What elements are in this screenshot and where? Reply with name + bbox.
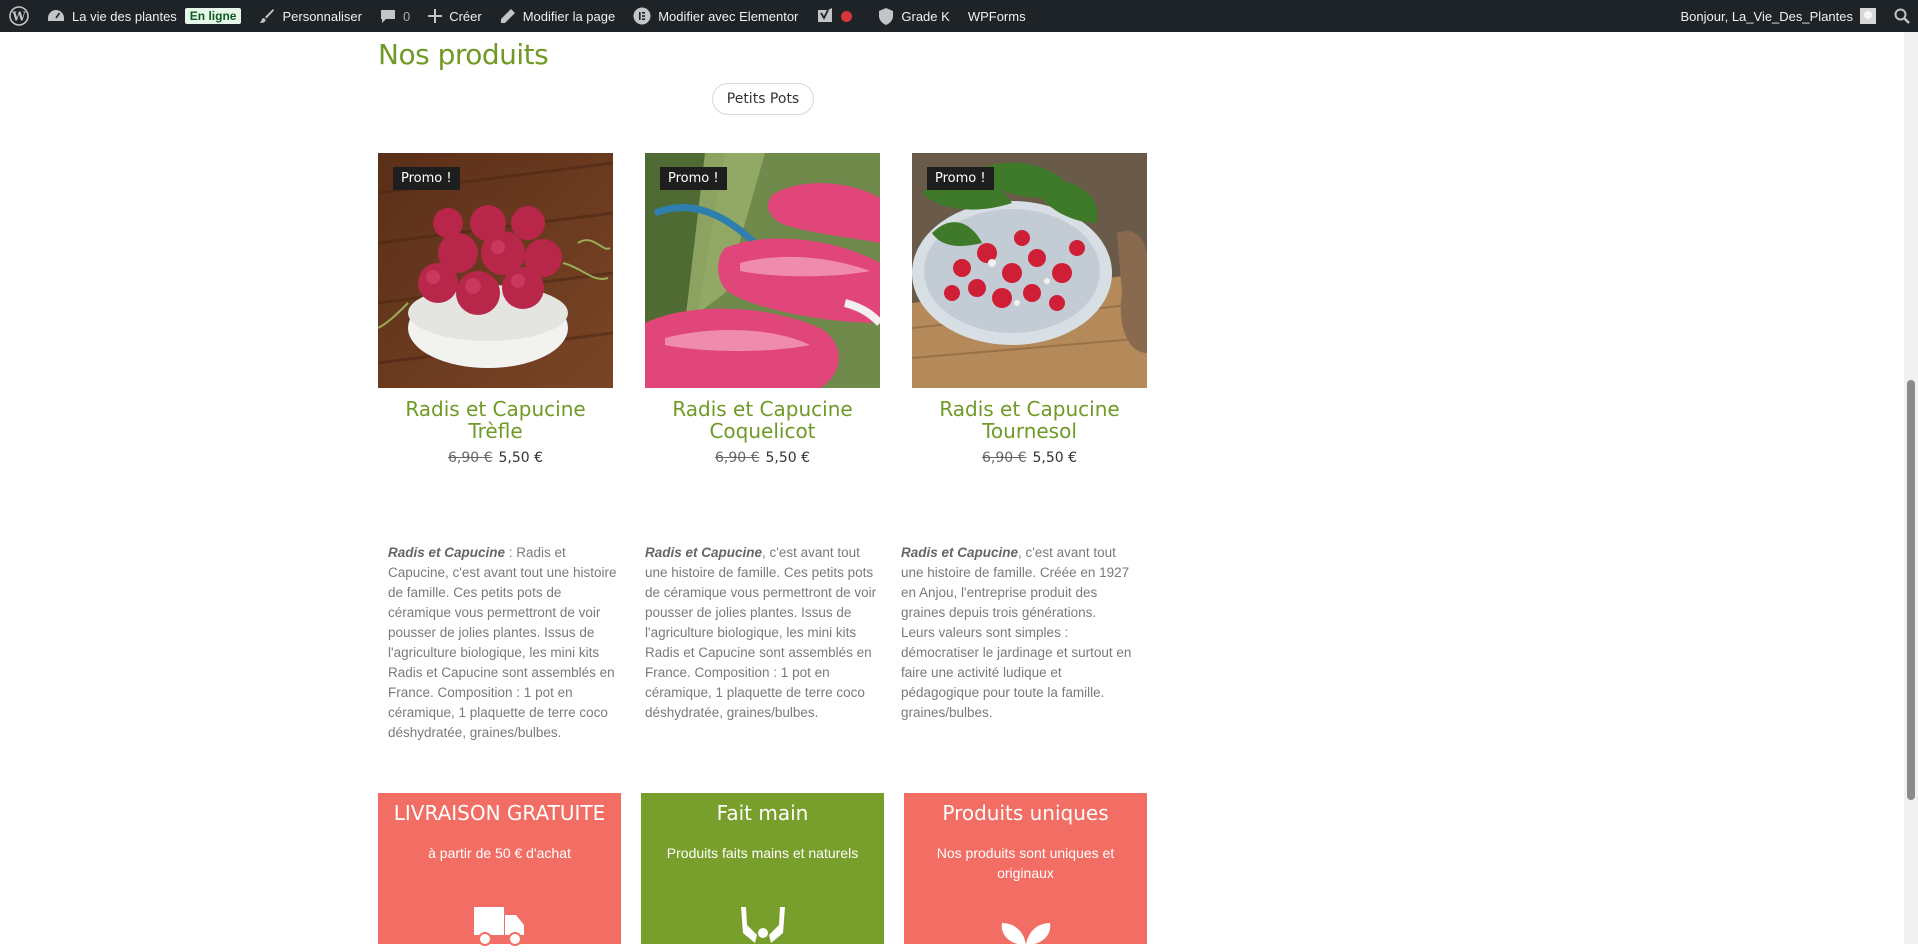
old-price: 6,90 € [447,450,493,466]
grade-link[interactable]: Grade K [869,0,958,32]
product-price: 6,90 € 5,50 € [912,450,1147,466]
product-title[interactable]: Radis et Capucine Tournesol [912,398,1147,442]
product-description: Radis et Capucine, c'est avant tout une … [901,543,1133,723]
edit-elementor-link[interactable]: Modifier avec Elementor [624,0,807,32]
comment-icon [380,9,396,24]
admin-bar: W La vie des plantes En ligne Personnali… [0,0,1918,32]
current-price: 5,50 € [765,450,811,466]
product-title[interactable]: Radis et Capucine Trèfle [378,398,613,442]
promo-badge: Promo ! [393,167,460,190]
old-price: 6,90 € [981,450,1027,466]
promo-badge: Promo ! [927,167,994,190]
product-price: 6,90 € 5,50 € [378,450,613,466]
product-card[interactable]: Promo ! Radis et Capucine Trèfle 6,90 € 5… [378,153,613,466]
wpforms-link[interactable]: WPForms [959,0,1035,32]
admin-search-button[interactable] [1885,0,1910,32]
section-title: Nos produits [378,38,549,71]
truck-icon [473,903,526,952]
filter-petits-pots-button[interactable]: Petits Pots [712,83,814,115]
feature-subtitle: Nos produits sont uniques et originaux [936,845,1115,881]
scrollbar-thumb[interactable] [1907,380,1915,800]
seo-menu[interactable] [807,0,861,32]
grade-label: Grade K [901,8,950,24]
feature-subtitle: Produits faits mains et naturels [666,845,859,861]
product-card[interactable]: Promo ! Radis et Capucine Coquelicot 6,9… [645,153,880,466]
product-title[interactable]: Radis et Capucine Coquelicot [645,398,880,442]
product-image[interactable]: Promo ! [645,153,880,388]
feature-title: Fait main [716,801,809,825]
brush-icon [259,8,275,24]
product-description: Radis et Capucine : Radis et Capucine, c… [388,543,623,743]
handmade-box: Fait main Produits faits mains et nature… [641,793,884,944]
yoast-icon [816,7,834,25]
edit-elementor-label: Modifier avec Elementor [658,8,799,24]
comments-count: 0 [402,8,411,24]
site-name-link[interactable]: La vie des plantes En ligne [38,0,250,32]
unique-products-box: Produits uniques Nos produits sont uniqu… [904,793,1147,945]
description-brand: Radis et Capucine [645,545,763,560]
product-description: Radis et Capucine, c'est avant tout une … [645,543,881,723]
greeting-label: Bonjour, La_Vie_Des_Plantes [1680,8,1854,24]
account-menu[interactable]: Bonjour, La_Vie_Des_Plantes [1672,0,1886,32]
description-text: : Radis et Capucine, c'est avant tout un… [388,545,617,740]
hands-icon [737,907,789,952]
current-price: 5,50 € [498,450,544,466]
page-scrollbar[interactable] [1904,32,1918,944]
shield-icon [878,7,894,25]
customize-link[interactable]: Personnaliser [250,0,371,32]
status-badge: En ligne [184,8,242,24]
edit-page-link[interactable]: Modifier la page [491,0,625,32]
dashboard-icon [47,8,65,24]
leaf-icon [1000,921,1052,950]
wordpress-icon: W [9,6,29,26]
current-price: 5,50 € [1032,450,1078,466]
comments-link[interactable]: 0 [371,0,419,32]
product-card[interactable]: Promo ! Radis et Capucine Tournesol 6,90… [912,153,1147,466]
create-label: Créer [449,8,482,24]
description-text: , c'est avant tout une histoire de famil… [645,545,877,720]
site-name-label: La vie des plantes [72,8,177,24]
avatar [1860,8,1876,24]
create-menu[interactable]: Créer [419,0,491,32]
promo-badge: Promo ! [660,167,727,190]
wordpress-logo-button[interactable]: W [0,0,38,32]
plus-icon [428,9,443,23]
edit-page-label: Modifier la page [522,8,616,24]
svg-text:W: W [11,10,26,24]
old-price: 6,90 € [714,450,760,466]
feature-title: Produits uniques [942,801,1109,825]
feature-title: LIVRAISON GRATUITE [393,801,606,825]
description-text: , c'est avant tout une histoire de famil… [901,545,1132,720]
product-image[interactable]: Promo ! [378,153,613,388]
elementor-icon [633,7,651,25]
free-delivery-box: LIVRAISON GRATUITE à partir de 50 € d'ac… [378,793,621,946]
customize-label: Personnaliser [282,8,362,24]
description-brand: Radis et Capucine [388,545,506,560]
search-icon [1894,8,1910,24]
seo-status-dot-icon [841,10,853,22]
wpforms-label: WPForms [967,8,1026,24]
pencil-icon [500,8,516,24]
product-price: 6,90 € 5,50 € [645,450,880,466]
product-image[interactable]: Promo ! [912,153,1147,388]
description-brand: Radis et Capucine [901,545,1019,560]
feature-subtitle: à partir de 50 € d'achat [428,845,571,861]
